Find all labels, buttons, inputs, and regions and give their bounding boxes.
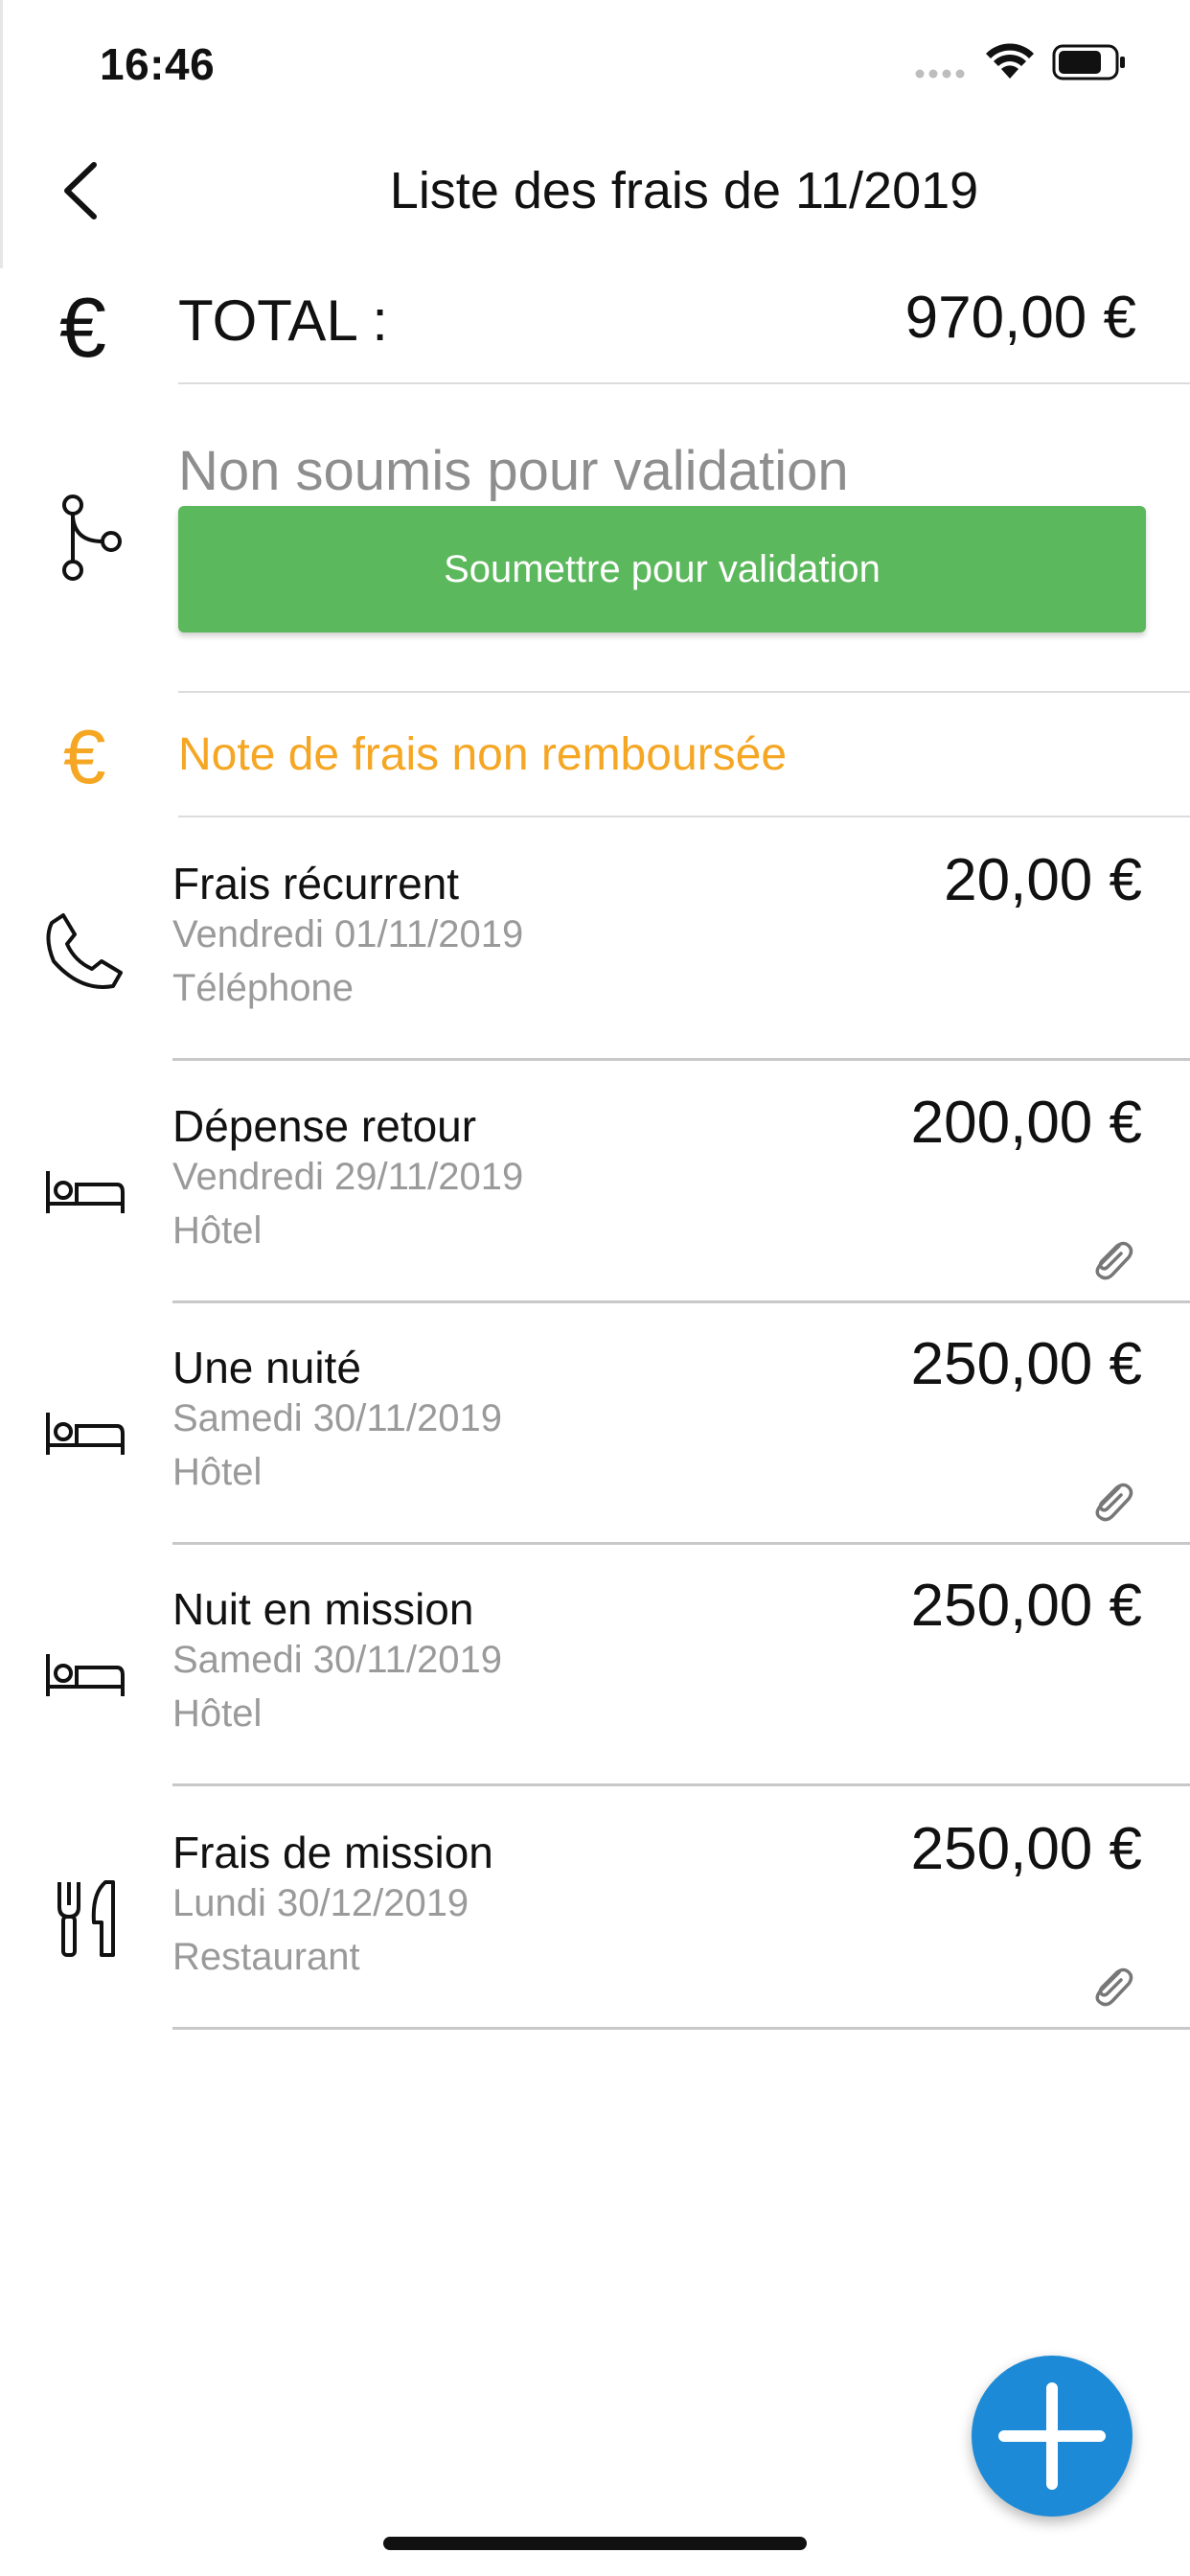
- divider: [178, 382, 1190, 384]
- expense-date: Samedi 30/11/2019: [172, 1639, 502, 1681]
- page-title: Liste des frais de 11/2019: [389, 162, 979, 219]
- bed-icon: [46, 1413, 125, 1455]
- expense-amount: 250,00 €: [910, 1816, 1142, 1882]
- expense-name: Frais de mission: [172, 1828, 493, 1877]
- signal-dots-icon: [915, 69, 965, 79]
- row-separator: [172, 2027, 1190, 2030]
- expense-item[interactable]: Frais récurrent Vendredi 01/11/2019 Télé…: [0, 819, 1190, 1061]
- bed-icon: [46, 1171, 125, 1213]
- total-label: TOTAL :: [178, 288, 388, 353]
- expense-amount: 250,00 €: [910, 1331, 1142, 1397]
- add-expense-button[interactable]: [972, 2356, 1133, 2517]
- divider: [178, 691, 1190, 693]
- validation-status: Non soumis pour validation: [178, 440, 849, 502]
- expense-date: Vendredi 01/11/2019: [172, 913, 524, 955]
- paperclip-icon: [1095, 1241, 1133, 1280]
- branch-icon: [62, 494, 122, 581]
- wifi-icon: [986, 43, 1034, 79]
- expense-category: Téléphone: [172, 967, 355, 1009]
- expense-name: Frais récurrent: [172, 859, 460, 908]
- paperclip-icon: [1095, 1483, 1133, 1522]
- expense-name: Dépense retour: [172, 1101, 477, 1151]
- expense-amount: 20,00 €: [944, 847, 1142, 913]
- phone-icon: [46, 913, 123, 989]
- home-indicator[interactable]: [383, 2537, 807, 2550]
- restaurant-icon: [57, 1880, 115, 1957]
- row-separator: [172, 1783, 1190, 1786]
- submit-validation-button[interactable]: Soumettre pour validation: [178, 506, 1146, 632]
- refund-status: Note de frais non remboursée: [178, 729, 788, 780]
- euro-icon: €: [63, 714, 106, 799]
- bed-icon: [46, 1654, 125, 1696]
- expense-item[interactable]: Dépense retour Vendredi 29/11/2019 Hôtel…: [0, 1062, 1190, 1303]
- expense-date: Samedi 30/11/2019: [172, 1397, 502, 1439]
- paperclip-icon: [1095, 1967, 1133, 2007]
- expense-item[interactable]: Nuit en mission Samedi 30/11/2019 Hôtel …: [0, 1545, 1190, 1786]
- euro-icon: €: [59, 280, 106, 375]
- expense-date: Lundi 30/12/2019: [172, 1882, 469, 1924]
- expense-name: Nuit en mission: [172, 1584, 474, 1634]
- expense-date: Vendredi 29/11/2019: [172, 1156, 524, 1198]
- expense-category: Hôtel: [172, 1451, 263, 1493]
- plus-icon: [998, 2382, 1106, 2490]
- expense-name: Une nuité: [172, 1343, 361, 1392]
- expense-category: Hôtel: [172, 1692, 263, 1735]
- expense-item[interactable]: Une nuité Samedi 30/11/2019 Hôtel 250,00…: [0, 1303, 1190, 1545]
- battery-icon: [1052, 44, 1125, 80]
- expense-amount: 250,00 €: [910, 1573, 1142, 1639]
- divider: [178, 816, 1190, 817]
- expense-category: Hôtel: [172, 1209, 263, 1252]
- expense-amount: 200,00 €: [910, 1090, 1142, 1156]
- expense-category: Restaurant: [172, 1936, 360, 1978]
- expense-item[interactable]: Frais de mission Lundi 30/12/2019 Restau…: [0, 1788, 1190, 2030]
- status-time: 16:46: [100, 39, 216, 89]
- total-value: 970,00 €: [904, 285, 1136, 351]
- edge-line: [0, 0, 3, 268]
- row-separator: [172, 1058, 1190, 1061]
